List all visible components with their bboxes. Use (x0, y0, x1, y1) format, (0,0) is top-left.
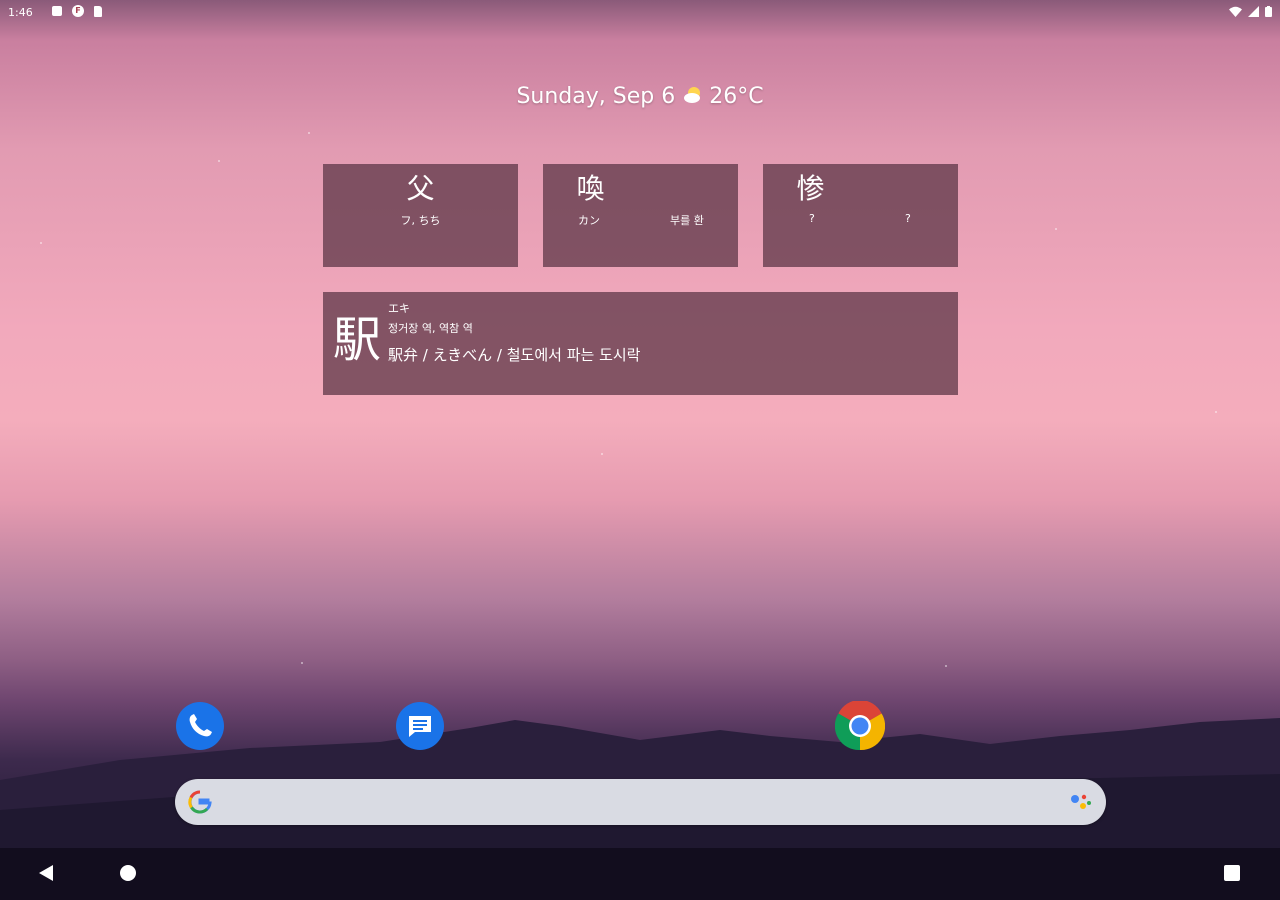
sd-card-icon (94, 6, 102, 17)
messages-icon (396, 702, 444, 750)
word-reading: エキ (388, 302, 410, 315)
phone-icon (176, 702, 224, 750)
word-example: 駅弁 / えきべん / 철도에서 파는 도시락 (388, 346, 641, 364)
back-icon[interactable] (38, 864, 54, 882)
kanji-character: 喚 (576, 172, 605, 205)
word-meaning: 정거장 역, 역참 역 (388, 322, 473, 335)
f-circle-icon: F (72, 5, 84, 17)
kanji-meaning: 부를 환 (670, 214, 704, 227)
kanji-tile-1[interactable]: 父 フ, ちち (323, 164, 518, 267)
chrome-icon (834, 699, 886, 751)
partly-sunny-icon (684, 87, 701, 103)
status-time: 1:46 (8, 6, 33, 19)
kanji-character: 惨 (796, 172, 825, 205)
home-icon[interactable] (120, 865, 136, 881)
kanji-reading: カン (578, 214, 600, 227)
google-g-icon (188, 790, 212, 814)
chrome-app[interactable] (834, 699, 886, 751)
recents-icon[interactable] (1224, 865, 1240, 881)
word-kanji: 駅 (333, 312, 382, 368)
google-search-bar[interactable] (175, 779, 1106, 825)
phone-app[interactable] (175, 701, 225, 751)
kanji-tile-2[interactable]: 喚 カン 부를 환 (543, 164, 738, 267)
word-tile[interactable]: 駅 エキ 정거장 역, 역참 역 駅弁 / えきべん / 철도에서 파는 도시락 (323, 292, 958, 395)
kanji-meaning: ? (905, 212, 911, 225)
navigation-bar (0, 848, 1280, 900)
wifi-icon (1229, 6, 1242, 17)
kanji-reading: ? (809, 212, 815, 225)
kanji-tile-3[interactable]: 惨 ? ? (763, 164, 958, 267)
messages-app[interactable] (395, 701, 445, 751)
status-bar: 1:46 F (0, 0, 1280, 26)
signal-icon (1248, 6, 1259, 17)
kanji-reading: フ, ちち (400, 214, 441, 227)
google-assistant-icon[interactable] (1070, 793, 1092, 813)
temperature-text: 26°C (709, 84, 764, 109)
battery-icon (1265, 6, 1272, 17)
square-icon (52, 6, 62, 16)
kanji-character: 父 (406, 172, 435, 205)
date-text: Sunday, Sep 6 (516, 84, 676, 109)
date-weather-widget[interactable]: Sunday, Sep 6 26°C (0, 84, 1280, 109)
